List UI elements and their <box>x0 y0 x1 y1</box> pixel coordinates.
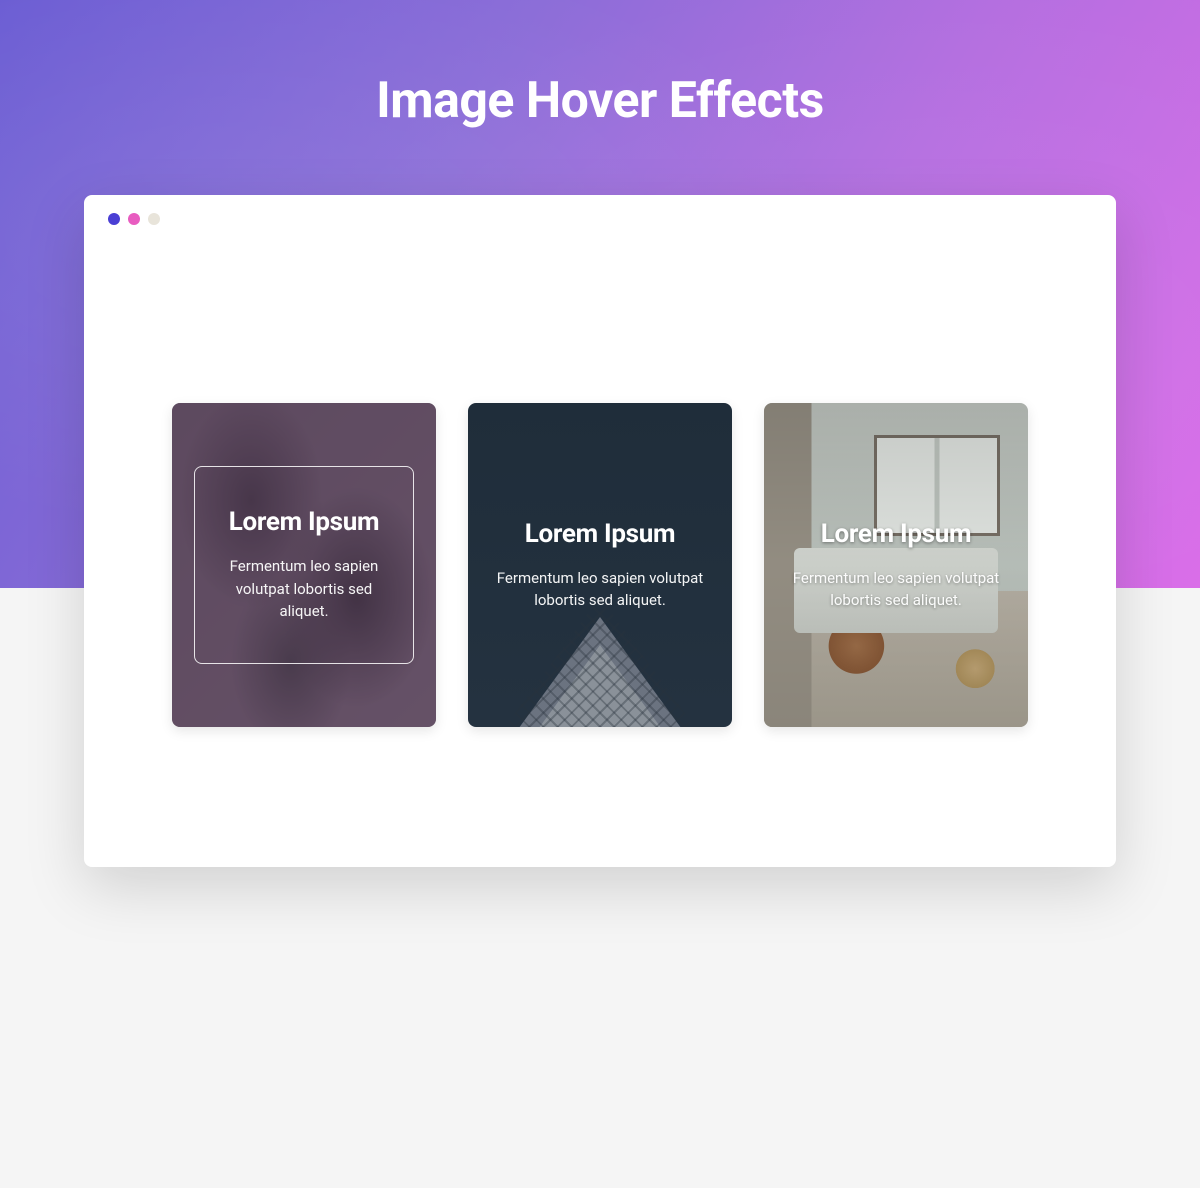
card-description: Fermentum leo sapien volutpat lobortis s… <box>784 567 1008 612</box>
card-content-framed: Lorem Ipsum Fermentum leo sapien volutpa… <box>194 466 414 664</box>
card-description: Fermentum leo sapien volutpat lobortis s… <box>488 567 712 612</box>
hover-card-3[interactable]: Lorem Ipsum Fermentum leo sapien volutpa… <box>764 403 1028 727</box>
window-dot-minimize[interactable] <box>128 213 140 225</box>
window-dot-close[interactable] <box>108 213 120 225</box>
card-description: Fermentum leo sapien volutpat lobortis s… <box>219 555 389 623</box>
hover-card-2[interactable]: Lorem Ipsum Fermentum leo sapien volutpa… <box>468 403 732 727</box>
card-title: Lorem Ipsum <box>784 519 1008 549</box>
browser-titlebar <box>84 195 1116 243</box>
card-content: Lorem Ipsum Fermentum leo sapien volutpa… <box>764 499 1028 632</box>
card-title: Lorem Ipsum <box>488 519 712 549</box>
card-title: Lorem Ipsum <box>219 507 389 537</box>
hover-card-1[interactable]: Lorem Ipsum Fermentum leo sapien volutpa… <box>172 403 436 727</box>
card-content: Lorem Ipsum Fermentum leo sapien volutpa… <box>468 499 732 632</box>
page-title: Image Hover Effects <box>0 0 1200 130</box>
browser-window: Lorem Ipsum Fermentum leo sapien volutpa… <box>84 195 1116 867</box>
card-grid: Lorem Ipsum Fermentum leo sapien volutpa… <box>84 243 1116 727</box>
window-dot-maximize[interactable] <box>148 213 160 225</box>
